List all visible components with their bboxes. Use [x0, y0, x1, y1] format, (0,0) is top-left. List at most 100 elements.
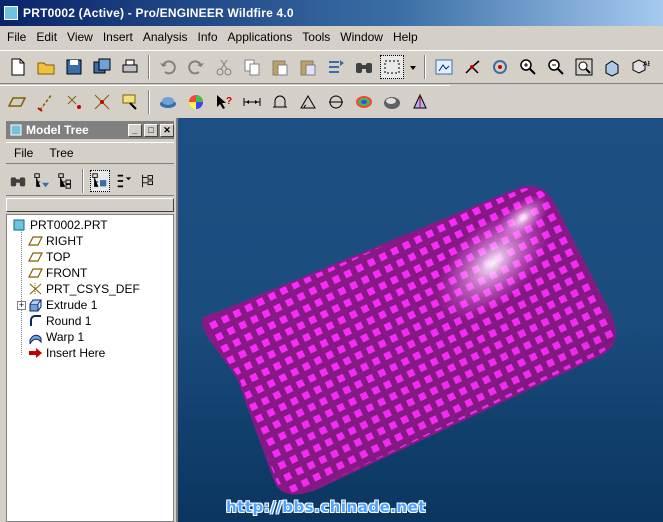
- spin-center-icon[interactable]: [460, 55, 484, 79]
- datum-toolbar: ?: [0, 85, 450, 119]
- tree-expand-icon[interactable]: [138, 170, 158, 192]
- tree-connector-line: [21, 229, 22, 355]
- find-binoculars-icon[interactable]: [352, 55, 376, 79]
- redo-icon[interactable]: [184, 55, 208, 79]
- paste-special-icon[interactable]: [296, 55, 320, 79]
- color-wheel-icon[interactable]: [184, 90, 208, 114]
- sketch-icon[interactable]: [118, 90, 142, 114]
- help-pointer-icon[interactable]: ?: [212, 90, 236, 114]
- minimize-button[interactable]: _: [128, 123, 142, 137]
- tree-item-round[interactable]: Round 1: [27, 313, 91, 329]
- tree-item-label: Round 1: [46, 314, 92, 328]
- zoom-out-icon[interactable]: [544, 55, 568, 79]
- regenerate-icon[interactable]: [324, 55, 348, 79]
- orient-mode-icon[interactable]: [488, 55, 512, 79]
- menu-analysis[interactable]: Analysis: [138, 30, 193, 44]
- named-view-icon[interactable]: [600, 55, 624, 79]
- maximize-button[interactable]: □: [144, 123, 158, 137]
- curvature-analysis-icon[interactable]: [352, 90, 376, 114]
- save-icon[interactable]: [62, 55, 86, 79]
- tree-item-front[interactable]: FRONT: [27, 265, 87, 281]
- tree-item-extrude[interactable]: Extrude 1: [27, 297, 97, 313]
- paste-icon[interactable]: [268, 55, 292, 79]
- expand-toggle[interactable]: +: [17, 301, 26, 310]
- menu-applications[interactable]: Applications: [223, 30, 298, 44]
- datum-point-icon[interactable]: [62, 90, 86, 114]
- csys-icon: [27, 282, 43, 296]
- measure-distance-icon[interactable]: [240, 90, 264, 114]
- tree-item-insert-here[interactable]: Insert Here: [27, 345, 105, 361]
- model-tree-title: Model Tree: [26, 123, 89, 137]
- datum-csys-icon[interactable]: [90, 90, 114, 114]
- tree-item-csys[interactable]: PRT_CSYS_DEF: [27, 281, 140, 297]
- dropdown-arrow-icon[interactable]: [408, 55, 418, 79]
- svg-text:AB: AB: [643, 61, 650, 68]
- section-icon[interactable]: [324, 90, 348, 114]
- tree-columns-icon[interactable]: [90, 169, 110, 192]
- menu-insert[interactable]: Insert: [98, 30, 138, 44]
- menu-bar: File Edit View Insert Analysis Info Appl…: [0, 26, 663, 48]
- menu-info[interactable]: Info: [193, 30, 223, 44]
- tree-item-label: PRT0002.PRT: [30, 218, 108, 232]
- model-tree-icon: [10, 124, 22, 136]
- tree-item-top[interactable]: TOP: [27, 249, 70, 265]
- appearance-icon[interactable]: [156, 90, 180, 114]
- svg-text:?: ?: [226, 96, 232, 107]
- mt-menu-file[interactable]: File: [6, 146, 41, 160]
- menu-window[interactable]: Window: [335, 30, 388, 44]
- menu-help[interactable]: Help: [388, 30, 423, 44]
- tree-item-warp[interactable]: Warp 1: [27, 329, 84, 345]
- measure-angle-icon[interactable]: [296, 90, 320, 114]
- tree-filter-icon[interactable]: [32, 170, 52, 192]
- tree-item-label: RIGHT: [46, 234, 84, 248]
- toolbar-separator: [424, 55, 426, 79]
- tree-item-part[interactable]: PRT0002.PRT: [11, 217, 108, 233]
- model-render: [201, 185, 616, 495]
- cut-icon[interactable]: [212, 55, 236, 79]
- find-binoculars-icon[interactable]: [8, 170, 28, 192]
- window-title: PRT0002 (Active) - Pro/ENGINEER Wildfire…: [23, 6, 294, 20]
- datum-axis-icon[interactable]: [34, 90, 58, 114]
- tree-column-header[interactable]: [6, 198, 174, 212]
- menu-edit[interactable]: Edit: [31, 30, 62, 44]
- toolbar-separator: [148, 90, 150, 114]
- tree-item-label: FRONT: [46, 266, 88, 280]
- menu-tools[interactable]: Tools: [297, 30, 335, 44]
- graphics-viewport[interactable]: http://bbs.chinade.net: [178, 118, 663, 522]
- app-icon: [4, 6, 18, 20]
- datum-plane-icon[interactable]: [6, 90, 30, 114]
- model-tree-toolbar: [6, 166, 174, 196]
- round-icon: [27, 314, 43, 328]
- repaint-icon[interactable]: [432, 55, 456, 79]
- zoom-in-icon[interactable]: [516, 55, 540, 79]
- title-bar[interactable]: PRT0002 (Active) - Pro/ENGINEER Wildfire…: [0, 0, 663, 26]
- insert-arrow-icon: [27, 346, 43, 360]
- watermark-text: http://bbs.chinade.net: [226, 498, 426, 516]
- model-tree-list: PRT0002.PRT RIGHT TOP FRONT PRT_CSYS_DEF…: [6, 214, 174, 522]
- tree-structure-icon[interactable]: [56, 170, 76, 192]
- draft-analysis-icon[interactable]: [408, 90, 432, 114]
- tree-item-label: Warp 1: [46, 330, 85, 344]
- print-icon[interactable]: [118, 55, 142, 79]
- datum-plane-icon: [27, 250, 43, 264]
- model-tree-header[interactable]: Model Tree _ □ ✕: [6, 121, 174, 139]
- measure-area-icon[interactable]: [268, 90, 292, 114]
- undo-icon[interactable]: [156, 55, 180, 79]
- main-toolbar: AB: [0, 50, 663, 84]
- menu-file[interactable]: File: [2, 30, 31, 44]
- open-folder-icon[interactable]: [34, 55, 58, 79]
- menu-view[interactable]: View: [62, 30, 98, 44]
- select-box-icon[interactable]: [380, 55, 404, 79]
- new-file-icon[interactable]: [6, 55, 30, 79]
- datum-plane-icon: [27, 266, 43, 280]
- tree-item-right[interactable]: RIGHT: [27, 233, 83, 249]
- mt-menu-tree[interactable]: Tree: [41, 146, 81, 160]
- datum-plane-icon: [27, 234, 43, 248]
- tree-settings-icon[interactable]: [114, 170, 134, 192]
- refit-icon[interactable]: [572, 55, 596, 79]
- shading-analysis-icon[interactable]: [380, 90, 404, 114]
- saved-views-icon[interactable]: AB: [628, 55, 652, 79]
- save-copy-icon[interactable]: [90, 55, 114, 79]
- close-button[interactable]: ✕: [160, 123, 174, 137]
- copy-icon[interactable]: [240, 55, 264, 79]
